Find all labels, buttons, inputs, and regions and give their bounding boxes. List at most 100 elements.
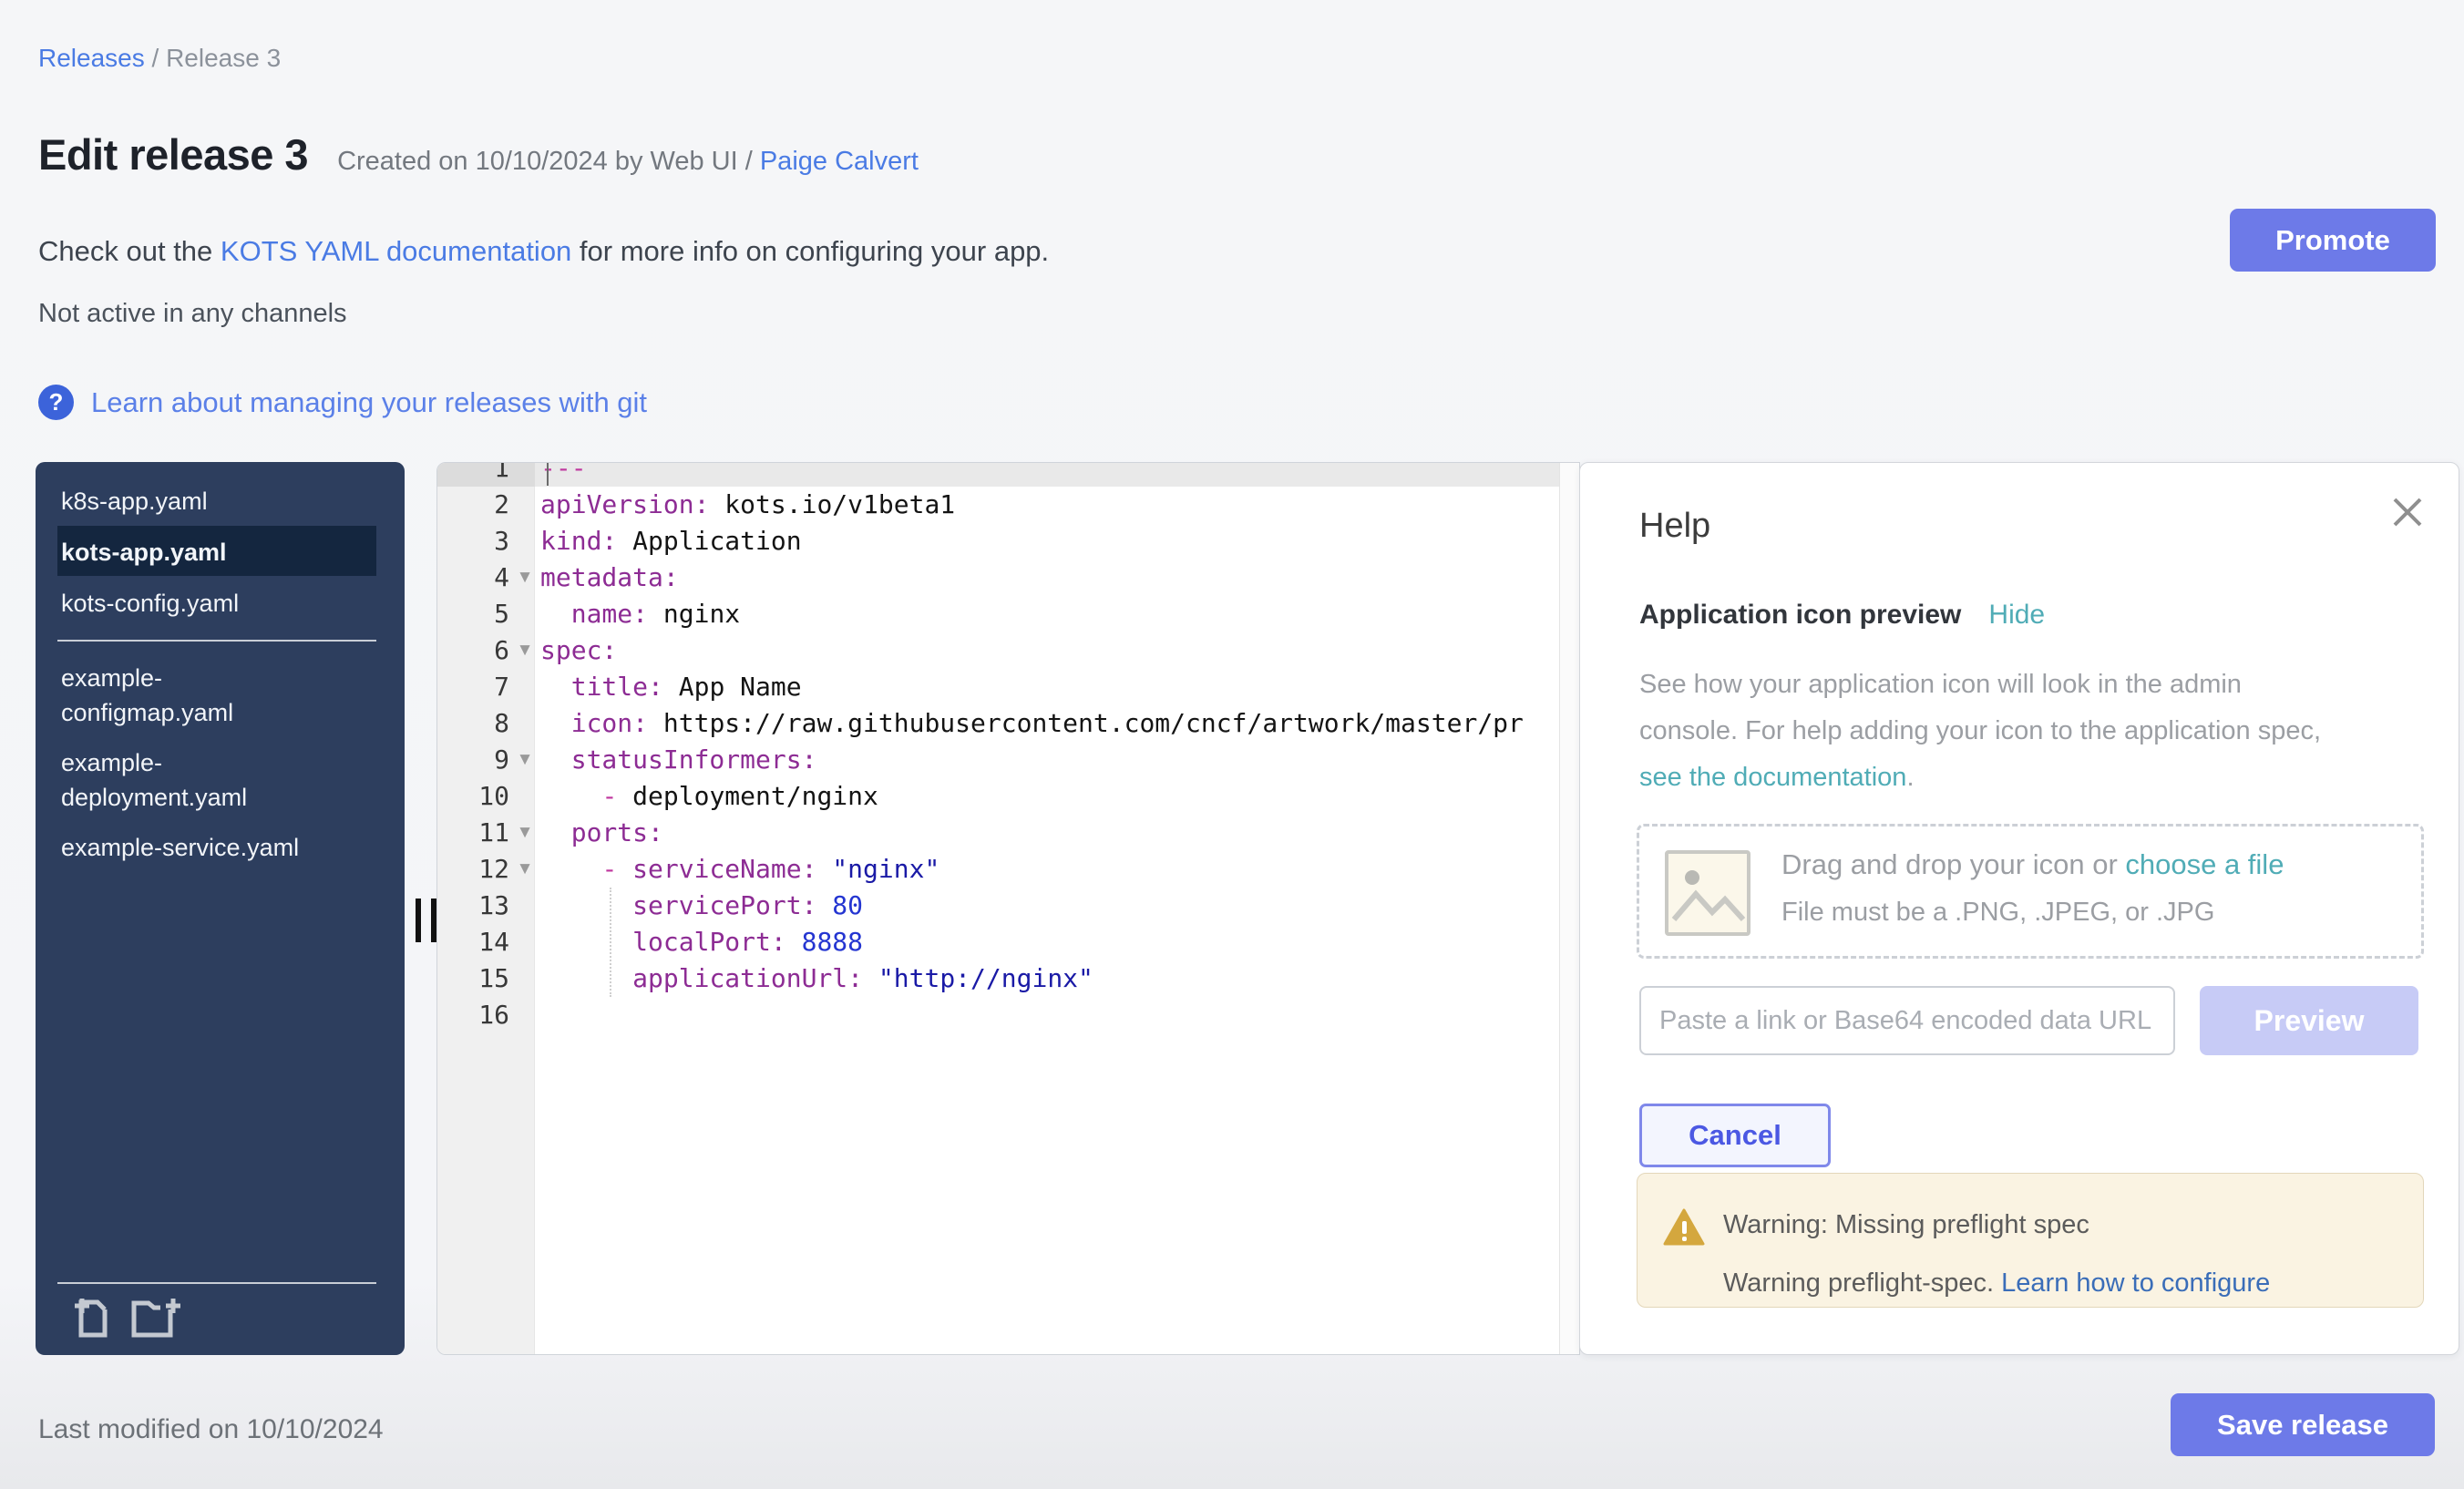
warning-detail-prefix: Warning preflight-spec. [1723,1268,2001,1298]
last-modified-text: Last modified on 10/10/2024 [38,1414,384,1445]
code-line-9[interactable]: 9▼ statusInformers: [437,742,1579,778]
code-text: ports: [540,815,1579,851]
channel-status: Not active in any channels [38,299,347,329]
file-item-k8s-app-yaml[interactable]: k8s-app.yaml [61,484,321,519]
code-line-10[interactable]: 10 - deployment/nginx [437,778,1579,815]
fold-arrow-icon[interactable]: ▼ [509,851,540,888]
icon-url-input[interactable] [1639,986,2175,1055]
indent-guide [610,888,611,997]
breadcrumb-releases-link[interactable]: Releases [38,44,145,72]
file-item-kots-config-yaml[interactable]: kots-config.yaml [61,586,321,621]
fold-arrow-icon[interactable]: ▼ [509,560,540,596]
kots-docs-link[interactable]: KOTS YAML documentation [221,235,571,267]
code-text: name: nginx [540,596,1579,632]
choose-file-link[interactable]: choose a file [2125,848,2284,880]
image-placeholder-icon [1665,850,1750,936]
docs-suffix: for more info on configuring your app. [571,235,1049,267]
code-line-14[interactable]: 14 localPort: 8888 [437,924,1579,960]
code-text: localPort: 8888 [540,924,1579,960]
fold-spacer [509,960,540,997]
code-line-4[interactable]: 4▼metadata: [437,560,1579,596]
code-text: applicationUrl: "http://nginx" [540,960,1579,997]
sidebar-divider [57,640,376,642]
close-icon[interactable] [2386,490,2429,534]
fold-spacer [509,705,540,742]
yaml-code-editor[interactable]: 1 --- 2 apiVersion: kots.io/v1beta13kind: A… [436,462,1580,1355]
line-number: 12 [437,851,509,888]
cancel-button[interactable]: Cancel [1639,1104,1831,1167]
code-line-16[interactable]: 16 [437,997,1579,1033]
title-row: Edit release 3 Created on 10/10/2024 by … [38,129,919,180]
save-release-button[interactable]: Save release [2171,1393,2435,1456]
file-item-example-service-yaml[interactable]: example-service.yaml [61,830,321,865]
fold-arrow-icon[interactable]: ▼ [509,632,540,669]
warning-icon [1663,1208,1705,1247]
line-number: 6 [437,632,509,669]
code-line-1[interactable]: 1 --- [437,462,1579,487]
code-line-13[interactable]: 13 servicePort: 80 [437,888,1579,924]
fold-arrow-icon[interactable]: ▼ [509,815,540,851]
line-number: 1 [437,462,509,487]
code-text: spec: [540,632,1579,669]
line-number: 7 [437,669,509,705]
code-text: metadata: [540,560,1579,596]
code-text: - deployment/nginx [540,778,1579,815]
new-file-icon[interactable] [74,1297,110,1339]
file-item-example-deployment-yaml[interactable]: example-deployment.yaml [61,745,321,815]
configure-link[interactable]: Learn how to configure [2001,1268,2270,1298]
code-line-12[interactable]: 12▼ - serviceName: "nginx" [437,851,1579,888]
help-paragraph-line1: See how your application icon will look … [1639,662,2321,708]
dropzone-text: Drag and drop your icon or choose a file [1781,848,2284,881]
file-item-example-configmap-yaml[interactable]: example-configmap.yaml [61,661,321,730]
code-line-3[interactable]: 3kind: Application [437,523,1579,560]
created-by-link[interactable]: Paige Calvert [760,147,919,176]
code-line-2[interactable]: 2 apiVersion: kots.io/v1beta1 [437,487,1579,523]
line-number: 2 [437,487,509,523]
code-line-6[interactable]: 6▼spec: [437,632,1579,669]
fold-arrow-icon[interactable]: ▼ [509,742,540,778]
warning-text: Warning: Missing preflight spec [1723,1210,2089,1240]
warning-detail: Warning preflight-spec. Learn how to con… [1723,1268,2270,1299]
code-line-11[interactable]: 11▼ ports: [437,815,1579,851]
code-text: - serviceName: "nginx" [540,851,1579,888]
code-text: --- [540,462,1579,487]
created-text: Created on 10/10/2024 by Web UI / Paige … [337,147,919,177]
preview-button[interactable]: Preview [2200,986,2418,1055]
sidebar-resize-handle[interactable] [416,899,436,942]
code-text: statusInformers: [540,742,1579,778]
fold-spacer [509,888,540,924]
code-line-8[interactable]: 8 icon: https://raw.githubusercontent.co… [437,705,1579,742]
fold-spacer [509,669,540,705]
icon-preview-section-header: Application icon preview Hide [1639,600,2045,631]
new-folder-icon[interactable] [130,1297,181,1339]
breadcrumb: Releases / Release 3 [38,44,281,73]
promote-button[interactable]: Promote [2230,209,2436,272]
icon-dropzone[interactable]: Drag and drop your icon or choose a file… [1637,824,2424,959]
git-help-row[interactable]: ? Learn about managing your releases wit… [38,385,647,420]
file-item-kots-app-yaml[interactable]: kots-app.yaml [61,535,321,570]
code-text: apiVersion: kots.io/v1beta1 [540,487,1579,523]
line-number: 14 [437,924,509,960]
code-rows[interactable]: 1 --- 2 apiVersion: kots.io/v1beta13kind: A… [437,462,1579,1033]
line-number: 11 [437,815,509,851]
fold-spacer [509,523,540,560]
fold-spacer [509,462,540,487]
fold-spacer [509,924,540,960]
git-releases-link[interactable]: Learn about managing your releases with … [91,386,647,419]
editor-scrollbar[interactable] [1559,463,1579,1354]
code-line-5[interactable]: 5 name: nginx [437,596,1579,632]
line-number: 9 [437,742,509,778]
code-text [540,997,1579,1033]
dropzone-hint: File must be a .PNG, .JPEG, or .JPG [1781,898,2214,928]
code-text: icon: https://raw.githubusercontent.com/… [540,705,1579,742]
code-line-15[interactable]: 15 applicationUrl: "http://nginx" [437,960,1579,997]
code-line-7[interactable]: 7 title: App Name [437,669,1579,705]
hide-link[interactable]: Hide [1988,600,2045,631]
sidebar-file-actions [74,1297,181,1339]
line-number: 13 [437,888,509,924]
line-number: 8 [437,705,509,742]
period: . [1906,763,1914,792]
question-icon: ? [38,385,74,420]
created-prefix: Created on 10/10/2024 by Web UI / [337,147,760,176]
see-documentation-link[interactable]: see the documentation [1639,763,1906,792]
